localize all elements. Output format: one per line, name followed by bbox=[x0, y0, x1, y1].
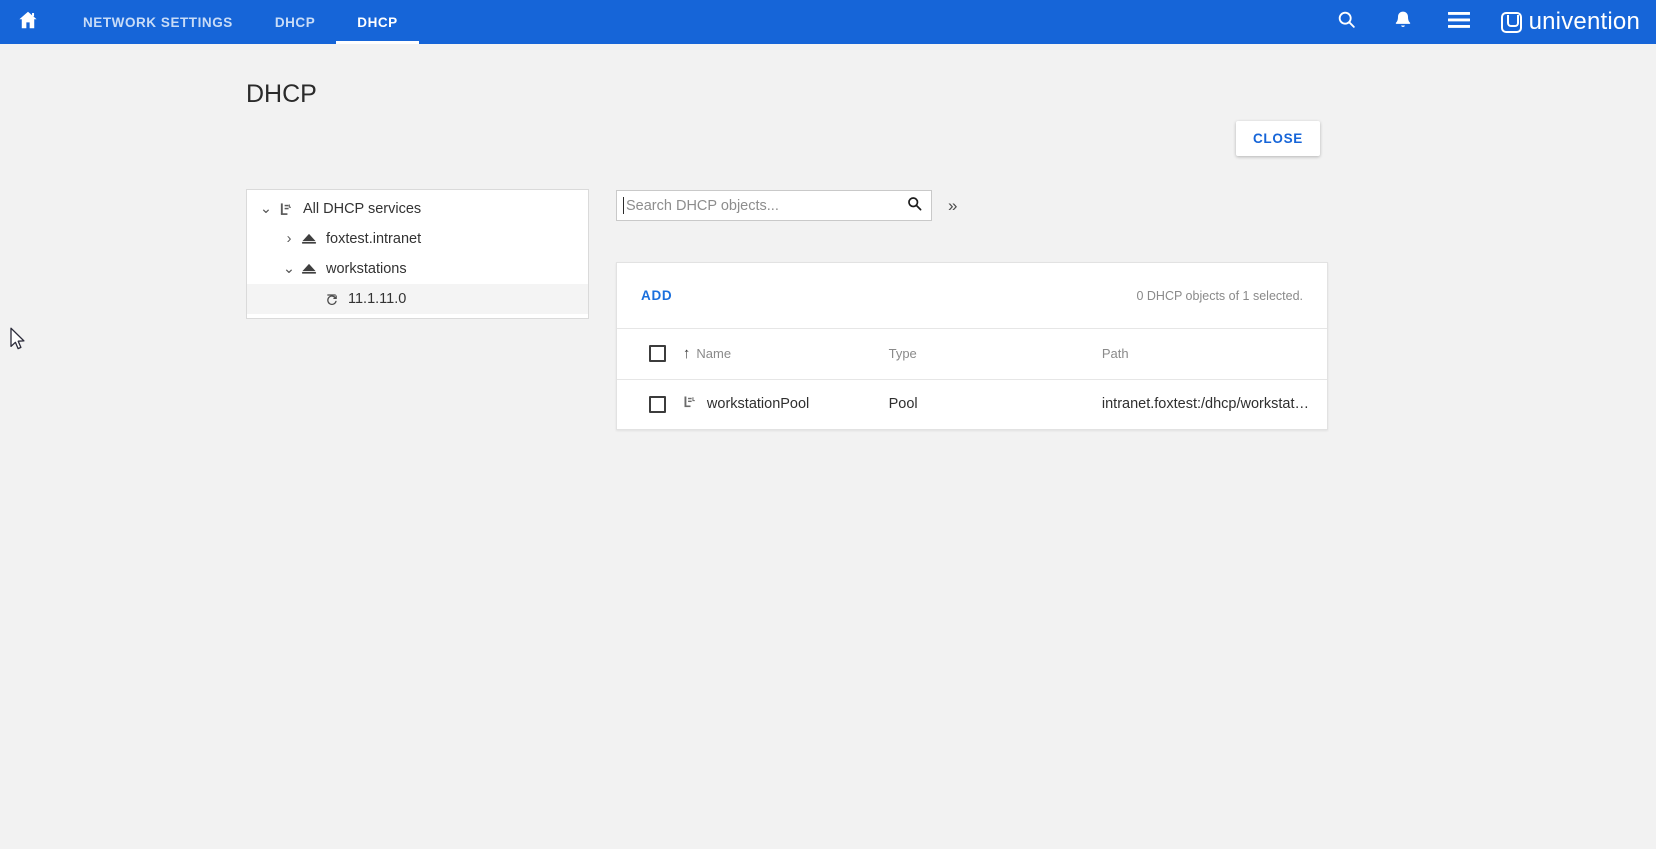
column-header-path[interactable]: Path bbox=[1102, 329, 1327, 379]
menu-button[interactable] bbox=[1431, 0, 1487, 44]
close-button[interactable]: CLOSE bbox=[1235, 121, 1320, 156]
topbar-actions: univention bbox=[1319, 0, 1656, 44]
mouse-cursor-icon bbox=[10, 327, 28, 358]
sort-ascending-icon: ↑ bbox=[682, 345, 691, 363]
search-box[interactable] bbox=[616, 190, 932, 221]
global-search-button[interactable] bbox=[1319, 0, 1375, 44]
nav-tab-label: DHCP bbox=[274, 14, 316, 30]
search-icon[interactable] bbox=[906, 195, 923, 217]
dhcp-service-root-icon bbox=[275, 200, 297, 218]
tree-item-11-1-11-0[interactable]: 11.1.11.0 bbox=[247, 284, 588, 314]
select-all-cell bbox=[617, 329, 683, 379]
univention-mark-icon bbox=[1500, 11, 1522, 33]
chevron-down-icon[interactable]: ⌄ bbox=[257, 200, 275, 218]
page-title: DHCP bbox=[246, 80, 317, 108]
column-header-name[interactable]: ↑ Name bbox=[683, 329, 889, 379]
nav-tab-dhcp-active[interactable]: DHCP bbox=[336, 0, 420, 44]
search-icon bbox=[1336, 9, 1357, 35]
row-path-label: intranet.foxtest:/dhcp/workstat… bbox=[1101, 396, 1309, 413]
grid-toolbar: ADD 0 DHCP objects of 1 selected. bbox=[617, 263, 1327, 329]
row-name-label: workstationPool bbox=[706, 396, 810, 413]
grid-header: ↑ Name Type Path bbox=[617, 329, 1327, 379]
search-input[interactable] bbox=[624, 197, 906, 214]
home-icon bbox=[17, 9, 39, 36]
notifications-button[interactable] bbox=[1375, 0, 1431, 44]
univention-wordmark: univention bbox=[1528, 8, 1640, 35]
nav-tabs: NETWORK SETTINGS DHCP DHCP bbox=[62, 0, 420, 44]
univention-logo: univention bbox=[1487, 8, 1640, 36]
add-button[interactable]: ADD bbox=[639, 282, 674, 309]
search-area: » bbox=[616, 190, 961, 221]
dhcp-pool-icon bbox=[683, 395, 698, 414]
nav-tab-network-settings[interactable]: NETWORK SETTINGS bbox=[62, 0, 254, 44]
tree-item-label: foxtest.intranet bbox=[326, 231, 422, 247]
home-button[interactable] bbox=[6, 0, 50, 44]
chevron-right-icon[interactable]: › bbox=[280, 230, 298, 248]
dhcp-subnet-node-icon bbox=[320, 290, 342, 308]
table-header-row: ↑ Name Type Path bbox=[617, 329, 1327, 379]
expand-search-button[interactable]: » bbox=[944, 195, 961, 216]
page-body: DHCP CLOSE ⌄ All DHCP services › foxtest… bbox=[0, 44, 1656, 849]
row-checkbox[interactable] bbox=[649, 395, 666, 413]
bell-icon bbox=[1393, 9, 1413, 35]
table-row[interactable]: workstationPool Pool intranet.foxtest:/d… bbox=[617, 379, 1327, 429]
chevron-down-icon[interactable]: ⌄ bbox=[280, 260, 298, 278]
dhcp-service-tree: ⌄ All DHCP services › foxtest.intranet ⌄… bbox=[246, 189, 589, 319]
grid-table: ↑ Name Type Path workstationPool Pool in… bbox=[617, 329, 1327, 429]
row-select-cell bbox=[617, 379, 683, 429]
dhcp-subnet-icon bbox=[298, 260, 320, 278]
grid-status-text: 0 DHCP objects of 1 selected. bbox=[1136, 288, 1303, 303]
tree-item-label: All DHCP services bbox=[303, 201, 422, 217]
select-all-checkbox[interactable] bbox=[649, 345, 666, 363]
column-label: Path bbox=[1101, 346, 1129, 362]
grid-body: workstationPool Pool intranet.foxtest:/d… bbox=[617, 379, 1327, 429]
dhcp-subnet-icon bbox=[298, 230, 320, 248]
tree-item-workstations[interactable]: ⌄ workstations bbox=[247, 254, 588, 284]
column-label: Name bbox=[696, 346, 732, 362]
tree-item-label: 11.1.11.0 bbox=[348, 291, 407, 307]
dhcp-objects-grid: ADD 0 DHCP objects of 1 selected. ↑ Name bbox=[616, 262, 1328, 430]
tree-item-label: workstations bbox=[326, 261, 407, 277]
row-name-cell: workstationPool bbox=[683, 379, 889, 429]
nav-tab-dhcp-module[interactable]: DHCP bbox=[254, 0, 336, 44]
tree-item-foxtest-intranet[interactable]: › foxtest.intranet bbox=[247, 224, 588, 254]
page-header: DHCP bbox=[0, 44, 1656, 107]
row-type-label: Pool bbox=[888, 396, 918, 413]
row-path-cell: intranet.foxtest:/dhcp/workstat… bbox=[1102, 379, 1327, 429]
nav-tab-label: DHCP bbox=[357, 14, 398, 30]
row-type-cell: Pool bbox=[889, 379, 1102, 429]
top-navigation-bar: NETWORK SETTINGS DHCP DHCP univention bbox=[0, 0, 1656, 44]
tree-item-all-dhcp-services[interactable]: ⌄ All DHCP services bbox=[247, 194, 588, 224]
nav-tab-label: NETWORK SETTINGS bbox=[83, 14, 233, 30]
hamburger-menu-icon bbox=[1447, 11, 1471, 34]
column-header-type[interactable]: Type bbox=[889, 329, 1102, 379]
column-label: Type bbox=[888, 346, 917, 362]
